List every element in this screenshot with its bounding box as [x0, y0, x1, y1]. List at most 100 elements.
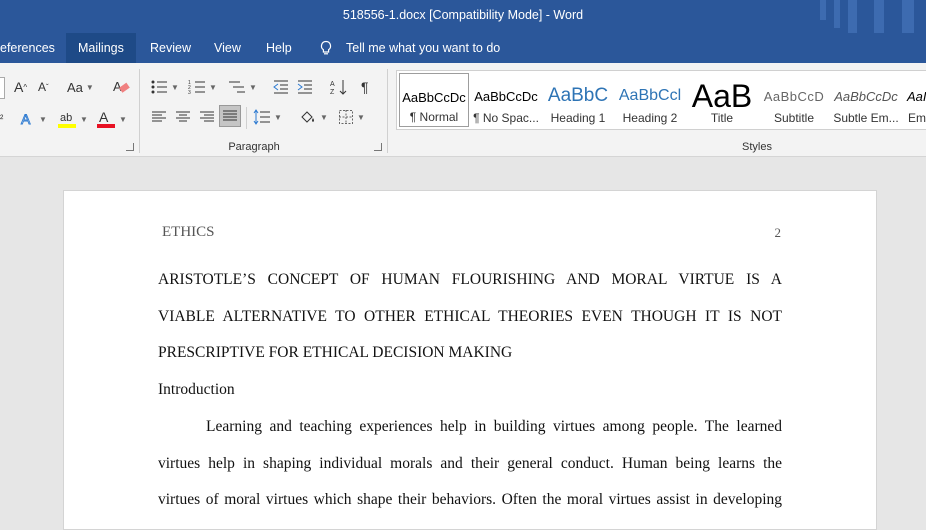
increase-indent-icon[interactable]: [297, 77, 313, 97]
svg-text:Z: Z: [330, 89, 335, 96]
style-name: ¶ Normal: [409, 110, 459, 124]
style-subtle-emphasis[interactable]: AaBbCcDc Subtle Em...: [831, 73, 901, 127]
tell-me-search[interactable]: Tell me what you want to do: [318, 33, 500, 63]
ribbon: A ^ Aˇ Aa ▼ A ² A ▼ ab ▼ A ▼ ▼ 1 2 3 ▼ ▼ AZ ¶: [0, 63, 926, 157]
tab-view[interactable]: View: [202, 33, 253, 63]
numbering-button[interactable]: 1 2 3 ▼: [188, 77, 217, 97]
ribbon-tabs: eferences Mailings Review View Help Tell…: [0, 33, 926, 63]
sort-icon[interactable]: AZ: [330, 77, 348, 97]
chevron-down-icon: ▼: [80, 114, 88, 124]
text-effects-button[interactable]: A ▼: [20, 109, 47, 129]
page-number: 2: [774, 225, 782, 240]
style-name: Subtle Em...: [833, 111, 899, 125]
style-preview: AaB: [691, 81, 753, 111]
paragraph-group-label: Paragraph: [228, 141, 280, 153]
svg-text:ab: ab: [60, 112, 72, 124]
line-spacing-button[interactable]: ▼: [253, 107, 282, 127]
superscript-icon[interactable]: ²: [0, 109, 3, 129]
chevron-down-icon: ▼: [85, 82, 94, 92]
change-case-label: Aa: [67, 79, 83, 95]
button-separator: [246, 107, 247, 129]
style-name: Heading 1: [550, 111, 606, 125]
style-emphasis[interactable]: AaI Em: [903, 73, 926, 127]
multilevel-list-icon: [229, 81, 245, 93]
shrink-font-icon[interactable]: Aˇ: [38, 77, 49, 97]
numbering-icon: 123: [188, 80, 205, 95]
align-right-icon[interactable]: [199, 107, 215, 127]
style-preview: AaBbCcDc: [834, 88, 898, 104]
title-line: PRESCRIPTIVE FOR ETHICAL DECISION MAKING: [158, 344, 513, 361]
paint-bucket-icon: [301, 111, 314, 123]
style-preview: AaBbCcl: [618, 87, 682, 104]
highlighter-icon: ab: [58, 112, 76, 128]
title-line: VIABLE ALTERNATIVE TO OTHER ETHICAL THEO…: [158, 308, 782, 325]
style-preview: AaI: [907, 88, 926, 104]
show-formatting-marks-icon[interactable]: ¶: [361, 77, 369, 97]
tab-review[interactable]: Review: [138, 33, 203, 63]
font-size-box[interactable]: [0, 77, 5, 99]
align-center-icon[interactable]: [175, 107, 191, 127]
shading-button[interactable]: ▼: [299, 107, 328, 127]
title-line: ARISTOTLE’S CONCEPT OF HUMAN FLOURISHING…: [158, 271, 782, 288]
style-normal[interactable]: AaBbCcDc ¶ Normal: [399, 73, 469, 127]
chevron-down-icon: ▼: [274, 112, 282, 122]
borders-button[interactable]: ▼: [338, 107, 365, 127]
bullets-icon: [151, 80, 167, 94]
paragraph-dialog-launcher[interactable]: [374, 143, 382, 151]
group-separator: [139, 69, 140, 153]
align-left-icon[interactable]: [151, 107, 167, 127]
multilevel-list-button[interactable]: ▼: [228, 77, 257, 97]
body-line: virtues help in shaping individual moral…: [158, 455, 782, 472]
tab-references[interactable]: eferences: [0, 33, 67, 63]
svg-text:A: A: [99, 109, 109, 125]
chevron-down-icon: ▼: [39, 114, 47, 124]
bullets-button[interactable]: ▼: [150, 77, 179, 97]
chevron-down-icon: ▼: [357, 112, 365, 122]
font-color-button[interactable]: A ▼: [96, 109, 127, 129]
text-effects-icon: A: [21, 111, 32, 127]
font-dialog-launcher[interactable]: [126, 143, 134, 151]
line-spacing-icon: [253, 109, 270, 125]
document-area: ETHICS 2 ARISTOTLE’S CONCEPT OF HUMAN FL…: [0, 157, 926, 530]
styles-gallery: AaBbCcDc ¶ Normal AaBbCcDc ¶ No Spac... …: [396, 70, 926, 130]
style-name: ¶ No Spac...: [473, 111, 539, 125]
grow-font-icon[interactable]: A ^: [14, 77, 27, 97]
svg-text:A: A: [330, 81, 335, 88]
tell-me-label: Tell me what you want to do: [346, 41, 501, 55]
decrease-indent-icon[interactable]: [273, 77, 289, 97]
chevron-down-icon: ▼: [171, 82, 179, 92]
group-separator: [387, 69, 388, 153]
document-page[interactable]: ETHICS 2 ARISTOTLE’S CONCEPT OF HUMAN FL…: [63, 190, 877, 530]
font-color-icon: A: [97, 109, 115, 128]
borders-icon: [339, 110, 353, 124]
style-name: Title: [710, 111, 734, 125]
style-no-spacing[interactable]: AaBbCcDc ¶ No Spac...: [471, 73, 541, 127]
justify-icon: [223, 110, 237, 121]
highlight-color-button[interactable]: ab ▼: [57, 109, 88, 129]
svg-text:A: A: [21, 111, 31, 127]
chevron-down-icon: ▼: [249, 82, 257, 92]
chevron-down-icon: ▼: [119, 114, 127, 124]
chevron-down-icon: ▼: [320, 112, 328, 122]
body-line: virtues of moral virtues which shape the…: [158, 491, 782, 508]
style-name: Heading 2: [622, 111, 678, 125]
clear-formatting-icon[interactable]: A: [112, 77, 130, 97]
style-preview: AaBbCcDc: [474, 88, 538, 104]
style-subtitle[interactable]: AaBbCcD Subtitle: [759, 73, 829, 127]
justify-button[interactable]: [219, 105, 241, 127]
running-header: ETHICS: [162, 224, 215, 240]
svg-text:A: A: [113, 79, 122, 94]
style-title[interactable]: AaB Title: [687, 73, 757, 127]
tab-mailings[interactable]: Mailings: [66, 33, 136, 63]
chevron-down-icon: ▼: [209, 82, 217, 92]
style-heading-2[interactable]: AaBbCcl Heading 2: [615, 73, 685, 127]
change-case-button[interactable]: Aa ▼: [67, 77, 94, 97]
tab-help[interactable]: Help: [254, 33, 304, 63]
window-title: 518556-1.docx [Compatibility Mode] - Wor…: [342, 8, 584, 22]
svg-text:3: 3: [188, 90, 191, 95]
style-preview: AaBbCcDc: [402, 89, 466, 105]
lightbulb-icon: [320, 40, 332, 55]
style-heading-1[interactable]: AaBbC Heading 1: [543, 73, 613, 127]
style-name: Em: [908, 111, 926, 125]
style-name: Subtitle: [773, 111, 815, 125]
